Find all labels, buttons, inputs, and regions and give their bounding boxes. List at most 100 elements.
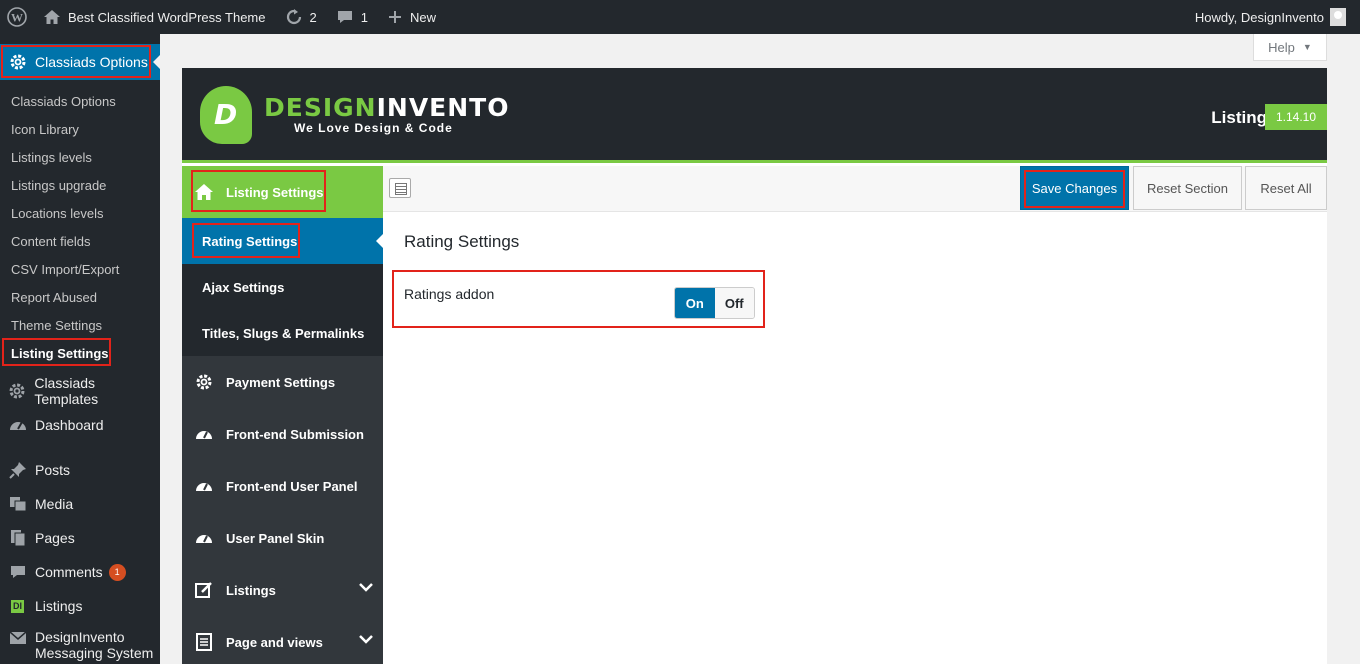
logo-tagline: We Love Design & Code	[294, 121, 453, 135]
logo-mark	[200, 86, 252, 144]
sidebar-subitem-rating-settings[interactable]: Rating Settings	[182, 218, 383, 264]
dashboard-icon	[182, 478, 226, 494]
sidebar-subitem-titles-slugs[interactable]: Titles, Slugs & Permalinks	[182, 310, 383, 356]
pin-icon	[0, 461, 35, 479]
menu-label: Classiads Templates	[34, 375, 99, 407]
submenu-item[interactable]: Listings upgrade	[0, 172, 160, 200]
version-badge: 1.14.10	[1265, 104, 1327, 130]
help-label: Help	[1268, 39, 1295, 55]
menu-label: Pages	[35, 530, 75, 546]
sidebar-item-user-panel-skin[interactable]: User Panel Skin	[182, 512, 383, 564]
menu-listings[interactable]: DI Listings	[0, 589, 160, 623]
brand-logo: DESIGNINVENTO We Love Design & Code	[200, 86, 509, 144]
submenu-item[interactable]: Classiads Options	[0, 88, 160, 116]
submenu-item[interactable]: Theme Settings	[0, 312, 160, 340]
submenu-item[interactable]: Listings levels	[0, 144, 160, 172]
caret-down-icon: ▼	[1302, 42, 1312, 52]
active-arrow	[376, 234, 383, 248]
comments-badge: 1	[108, 563, 126, 581]
panel-sidebar: Listing Settings Rating Settings Ajax Se…	[182, 166, 383, 664]
edit-icon	[182, 581, 226, 599]
menu-media[interactable]: Media	[0, 487, 160, 521]
admin-sidebar: Classiads Options Classiads Options Icon…	[0, 34, 160, 664]
reset-all-button[interactable]: Reset All	[1245, 166, 1327, 210]
help-tab[interactable]: Help ▼	[1253, 34, 1327, 61]
menu-classiads-templates[interactable]: Classiads Templates	[0, 374, 160, 408]
wordpress-logo-icon[interactable]: W	[0, 0, 34, 34]
updates-count: 2	[309, 9, 317, 25]
sidebar-item-listings[interactable]: Listings	[182, 564, 383, 616]
expand-options-icon[interactable]	[389, 178, 411, 198]
submenu-item[interactable]: Icon Library	[0, 116, 160, 144]
highlight-box	[1, 45, 151, 78]
sidebar-item-payment-settings[interactable]: Payment Settings	[182, 356, 383, 408]
submenu-item[interactable]: Report Abused	[0, 284, 160, 312]
comment-icon	[337, 11, 352, 23]
options-content: Rating Settings Ratings addon On Off	[383, 212, 1327, 664]
menu-label: Comments	[35, 564, 103, 580]
page-icon	[182, 633, 226, 651]
menu-label: Media	[35, 496, 74, 512]
menu-label: Dashboard	[35, 417, 104, 433]
submenu-item[interactable]: CSV Import/Export	[0, 256, 160, 284]
sidebar-item-label: Listings	[226, 582, 276, 598]
submenu-item[interactable]: Locations levels	[0, 200, 160, 228]
admin-bar: W Best Classified WordPress Theme 2 1 Ne…	[0, 0, 1360, 34]
updates-link[interactable]: 2	[275, 0, 326, 34]
logo-name-part1: DESIGN	[264, 93, 377, 122]
highlight-box	[2, 338, 111, 366]
menu-dashboard[interactable]: Dashboard	[0, 408, 160, 442]
section-title: Rating Settings	[404, 232, 520, 251]
comments-count: 1	[360, 9, 368, 25]
plus-icon	[388, 11, 401, 23]
new-label: New	[409, 9, 436, 25]
new-content-link[interactable]: New	[378, 0, 446, 34]
sidebar-item-frontend-submission[interactable]: Front-end Submission	[182, 408, 383, 460]
dashboard-icon	[0, 417, 35, 433]
highlight-box	[1024, 170, 1125, 208]
sidebar-item-label: User Panel Skin	[226, 530, 325, 546]
gear-icon	[0, 382, 34, 400]
site-name-link[interactable]: Best Classified WordPress Theme	[34, 0, 275, 34]
sidebar-item-label: Front-end Submission	[226, 426, 364, 442]
sidebar-item-page-and-views[interactable]: Page and views	[182, 616, 383, 664]
updates-icon	[287, 9, 302, 25]
submenu: Classiads Options Icon Library Listings …	[0, 88, 160, 368]
options-panel: DESIGNINVENTO We Love Design & Code List…	[182, 68, 1327, 664]
menu-pages[interactable]: Pages	[0, 521, 160, 555]
svg-text:W: W	[11, 11, 23, 25]
highlight-box	[392, 270, 765, 328]
mail-icon	[0, 631, 35, 645]
menu-label-line2: Messaging System	[35, 645, 154, 661]
avatar[interactable]	[1330, 8, 1346, 26]
menu-posts[interactable]: Posts	[0, 453, 160, 487]
sidebar-item-label: Page and views	[226, 634, 323, 650]
di-icon: DI	[11, 599, 24, 613]
howdy-link[interactable]: Howdy, DesignInvento	[1195, 10, 1324, 25]
submenu-item[interactable]: Content fields	[0, 228, 160, 256]
menu-label: DesignInvento	[35, 629, 125, 645]
sidebar-item-frontend-user-panel[interactable]: Front-end User Panel	[182, 460, 383, 512]
button-label: Reset All	[1260, 180, 1312, 196]
sidebar-subitem-ajax-settings[interactable]: Ajax Settings	[182, 264, 383, 310]
menu-label: Posts	[35, 462, 71, 478]
save-changes-button[interactable]: Save Changes	[1020, 166, 1129, 210]
chevron-down-icon[interactable]	[359, 632, 373, 647]
menu-classiads-options[interactable]: Classiads Options	[0, 44, 160, 80]
sidebar-item-listing-settings[interactable]: Listing Settings	[182, 166, 383, 218]
home-icon	[44, 10, 60, 24]
panel-header: DESIGNINVENTO We Love Design & Code List…	[182, 68, 1327, 163]
button-label: Reset Section	[1147, 180, 1228, 196]
reset-section-button[interactable]: Reset Section	[1133, 166, 1242, 210]
chevron-down-icon[interactable]	[359, 580, 373, 595]
sidebar-item-label: Front-end User Panel	[226, 478, 358, 494]
sidebar-item-label: Ajax Settings	[202, 279, 285, 295]
comments-link[interactable]: 1	[327, 0, 378, 34]
menu-label: Listings	[35, 598, 83, 614]
menu-comments[interactable]: Comments 1	[0, 555, 160, 589]
comment-icon	[0, 565, 35, 579]
menu-messaging[interactable]: DesignInvento Messaging System	[0, 629, 160, 664]
gear-icon	[182, 373, 226, 391]
panel-title: Listing	[1211, 108, 1267, 127]
pages-icon	[0, 529, 35, 547]
